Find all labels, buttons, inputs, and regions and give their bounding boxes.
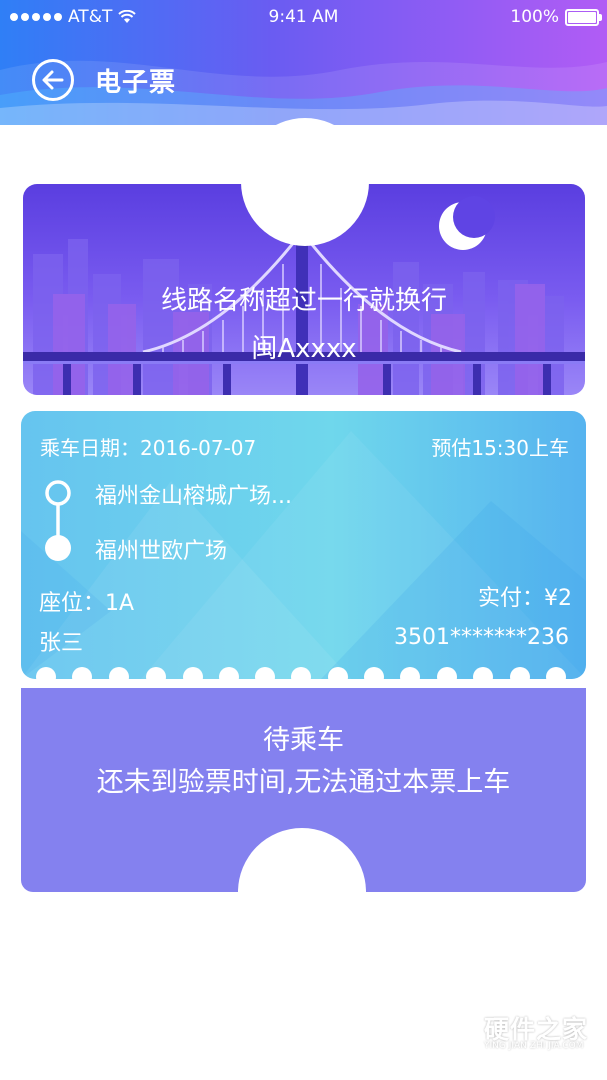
passenger-name: 张三 (39, 631, 84, 656)
ticket-state-message: 还未到验票时间,无法通过本票上车 (96, 767, 511, 798)
arrival-stop: 福州世欧广场 (95, 539, 228, 564)
watermark: 硬件之家 YING JIAN ZHI JIA.COM (437, 1008, 602, 1058)
app-header: AT&T 9:41 AM 100% 电子票 (0, 0, 607, 125)
ticket-notch-top (241, 118, 369, 246)
battery-percent: 100% (510, 7, 559, 27)
moon-icon (439, 196, 495, 250)
paid-amount: 实付：¥2 (478, 586, 572, 611)
watermark-logo-icon (438, 1008, 480, 1056)
route-line-icon (45, 480, 71, 561)
battery-status: 100% (510, 7, 602, 27)
back-arrow-icon[interactable] (31, 58, 75, 102)
departure-stop: 福州金山榕城广场... (95, 484, 292, 509)
seat-number: 座位：1A (39, 591, 135, 616)
ticket-notch-bottom (238, 828, 366, 956)
ticket-perforation (0, 667, 607, 691)
estimated-boarding-time: 预估15:30上车 (431, 436, 569, 460)
ticket-state-title: 待乘车 (263, 725, 344, 756)
route-name: 线路名称超过一行就换行 (160, 286, 447, 316)
battery-icon (565, 8, 602, 26)
passenger-id-number: 3501*******236 (394, 625, 569, 650)
ride-date: 乘车日期：2016-07-07 (40, 436, 257, 460)
watermark-subtext: YING JIAN ZHI JIA.COM (484, 1041, 584, 1051)
status-bar: AT&T 9:41 AM 100% (0, 7, 607, 29)
bus-plate: 闽Axxxx (251, 334, 357, 364)
page-title: 电子票 (95, 68, 177, 98)
